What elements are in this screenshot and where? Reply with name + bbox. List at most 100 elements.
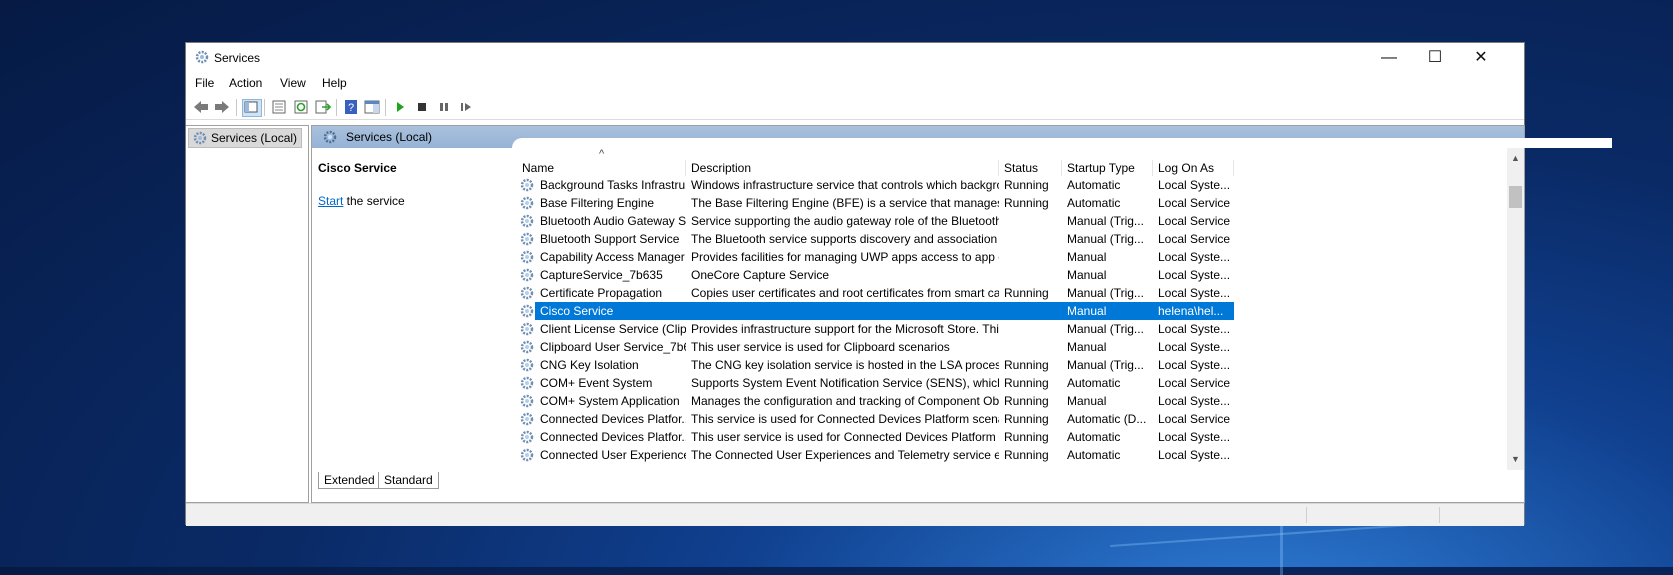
- cell-log-on-as: Local Syste...: [1158, 250, 1231, 264]
- title-bar[interactable]: Services — ☐ ✕: [186, 43, 1524, 73]
- column-header-startup-type[interactable]: Startup Type: [1062, 160, 1153, 176]
- table-row[interactable]: Connected Devices Platfor... This user se…: [517, 428, 1502, 446]
- cell-description: Copies user certificates and root certif…: [691, 286, 999, 300]
- menu-file[interactable]: File: [195, 76, 214, 90]
- cell-status: [999, 338, 1062, 356]
- table-row[interactable]: Connected User Experience... The Connecte…: [517, 446, 1502, 464]
- service-gear-icon: [519, 195, 535, 211]
- cell-description: Manages the configuration and tracking o…: [691, 394, 999, 408]
- cell-name: Connected User Experience...: [540, 448, 686, 462]
- cell-status: Running: [1004, 178, 1049, 192]
- menu-action[interactable]: Action: [229, 76, 262, 90]
- column-header-description[interactable]: Description: [686, 160, 999, 176]
- scroll-down-icon[interactable]: ▼: [1507, 451, 1524, 468]
- tab-extended[interactable]: Extended: [318, 472, 381, 489]
- stop-service-icon[interactable]: [413, 99, 431, 115]
- menu-view[interactable]: View: [280, 76, 306, 90]
- table-row[interactable]: Bluetooth Audio Gateway S... Service supp…: [517, 212, 1502, 230]
- scroll-thumb[interactable]: [1509, 186, 1522, 208]
- start-service-link[interactable]: Start: [318, 194, 343, 208]
- menu-help[interactable]: Help: [322, 76, 347, 90]
- service-gear-icon: [519, 303, 535, 319]
- start-service-icon[interactable]: [391, 99, 409, 115]
- resume-service-icon[interactable]: [457, 99, 475, 115]
- column-header-name[interactable]: Name: [517, 160, 686, 176]
- pause-service-icon[interactable]: [435, 99, 453, 115]
- cell-description: The Base Filtering Engine (BFE) is a ser…: [691, 196, 999, 210]
- table-row[interactable]: Client License Service (ClipS... Provides…: [517, 320, 1502, 338]
- cell-status: Running: [1004, 358, 1049, 372]
- service-gear-icon: [519, 393, 535, 409]
- cell-startup-type: Manual: [1067, 268, 1107, 282]
- status-divider: [1439, 507, 1440, 523]
- service-gear-icon: [519, 177, 535, 193]
- table-row[interactable]: Certificate Propagation Copies user certi…: [517, 284, 1502, 302]
- help-icon[interactable]: ?: [342, 99, 360, 115]
- forward-arrow-icon[interactable]: [213, 99, 231, 115]
- console-tree: Services (Local): [186, 125, 309, 503]
- cell-name: Cisco Service: [535, 302, 686, 320]
- table-row[interactable]: Capability Access Manager ... Provides fa…: [517, 248, 1502, 266]
- column-header-status[interactable]: Status: [999, 160, 1062, 176]
- cell-name: Client License Service (ClipS...: [540, 322, 686, 336]
- service-gear-icon: [519, 285, 535, 301]
- close-button[interactable]: ✕: [1458, 43, 1504, 73]
- scroll-up-icon[interactable]: ▲: [1507, 150, 1524, 167]
- cell-startup-type: Automatic: [1067, 178, 1121, 192]
- service-action-suffix: the service: [343, 194, 405, 208]
- services-pane: Services (Local) Cisco Service Start the…: [311, 125, 1612, 503]
- cell-log-on-as: Local Syste...: [1158, 448, 1231, 462]
- cell-startup-type: Manual (Trig...: [1067, 358, 1144, 372]
- table-row[interactable]: Bluetooth Support Service The Bluetooth s…: [517, 230, 1502, 248]
- service-gear-icon: [519, 249, 535, 265]
- tree-node-services-local[interactable]: Services (Local): [188, 128, 303, 148]
- cell-status: Running: [1004, 394, 1049, 408]
- cell-startup-type: Manual (Trig...: [1067, 286, 1144, 300]
- cell-startup-type: Manual: [1062, 302, 1153, 320]
- services-list: ^ Name Description Status Startup Type L…: [517, 148, 1502, 470]
- table-row[interactable]: Connected Devices Platfor... This service…: [517, 410, 1502, 428]
- cell-status: Running: [1004, 376, 1049, 390]
- cell-startup-type: Manual (Trig...: [1067, 322, 1144, 336]
- cell-description: This user service is used for Clipboard …: [691, 340, 950, 354]
- cell-name: Base Filtering Engine: [540, 196, 655, 210]
- column-header-row: ^ Name Description Status Startup Type L…: [517, 148, 1502, 176]
- service-gear-icon: [519, 411, 535, 427]
- cell-log-on-as: helena\hel...: [1153, 302, 1234, 320]
- service-gear-icon: [519, 213, 535, 229]
- show-action-pane-icon[interactable]: [363, 99, 381, 115]
- table-row[interactable]: Clipboard User Service_7b635 This user se…: [517, 338, 1502, 356]
- properties-icon[interactable]: [270, 99, 288, 115]
- table-row[interactable]: COM+ System Application Manages the confi…: [517, 392, 1502, 410]
- service-gear-icon: [519, 375, 535, 391]
- cell-log-on-as: Local Service: [1158, 412, 1231, 426]
- table-row[interactable]: Background Tasks Infrastru... Windows inf…: [517, 176, 1502, 194]
- service-gear-icon: [519, 357, 535, 373]
- table-row-selected[interactable]: Cisco Service Manual helena\hel...: [517, 302, 1502, 320]
- cell-status: Running: [1004, 412, 1049, 426]
- cell-startup-type: Manual (Trig...: [1067, 214, 1144, 228]
- table-row[interactable]: COM+ Event System Supports System Event N…: [517, 374, 1502, 392]
- cell-log-on-as: Local Syste...: [1158, 430, 1231, 444]
- cell-startup-type: Manual: [1067, 340, 1107, 354]
- tab-standard[interactable]: Standard: [378, 472, 439, 489]
- table-row[interactable]: CaptureService_7b635 OneCore Capture Serv…: [517, 266, 1502, 284]
- table-row[interactable]: Base Filtering Engine The Base Filtering …: [517, 194, 1502, 212]
- cell-name: Connected Devices Platfor...: [540, 412, 686, 426]
- maximize-button[interactable]: ☐: [1412, 43, 1458, 73]
- toolbar-separator: [336, 99, 337, 116]
- vertical-scrollbar[interactable]: ▲ ▼: [1507, 148, 1524, 470]
- cell-log-on-as: Local Syste...: [1158, 394, 1231, 408]
- show-hide-console-tree-icon[interactable]: [242, 99, 262, 117]
- cell-description: Supports System Event Notification Servi…: [691, 376, 999, 390]
- back-arrow-icon[interactable]: [192, 99, 210, 115]
- cell-description: Provides infrastructure support for the …: [691, 322, 999, 336]
- minimize-button[interactable]: —: [1366, 43, 1412, 73]
- window-title: Services: [214, 51, 261, 65]
- cell-log-on-as: Local Service: [1158, 232, 1231, 246]
- refresh-icon[interactable]: [292, 99, 310, 115]
- table-row[interactable]: CNG Key Isolation The CNG key isolation s…: [517, 356, 1502, 374]
- pane-header: Services (Local): [312, 126, 1612, 148]
- column-header-log-on-as[interactable]: Log On As: [1153, 160, 1234, 176]
- export-list-icon[interactable]: [314, 99, 332, 115]
